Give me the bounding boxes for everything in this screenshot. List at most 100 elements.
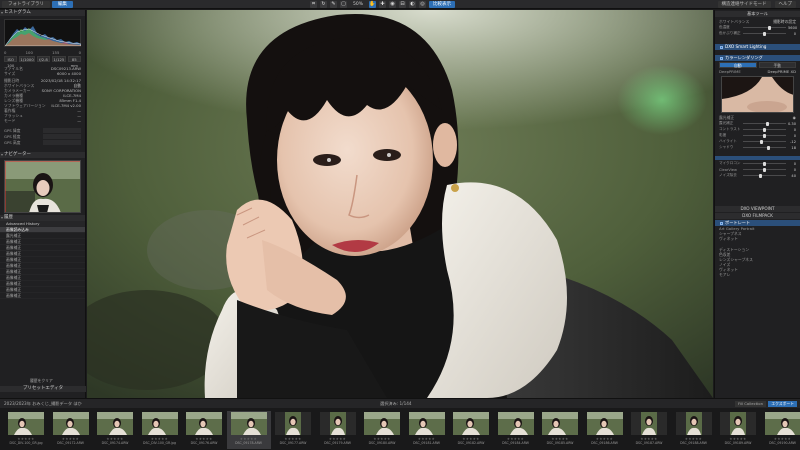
zoom-level[interactable]: 50% [350, 2, 366, 7]
left-panel: ▾ ヒストグラム 0 100 155 0 ISO 100 1/1000 f/2.8… [0, 10, 86, 398]
thumbnail-image [230, 412, 267, 435]
horizon-icon[interactable]: ⊟ [399, 1, 407, 8]
white-balance-row[interactable]: ホワイトバランス 撮影時の設定 [715, 19, 800, 24]
redeye-icon[interactable]: ◉ [389, 1, 397, 8]
right-panel: 基本ツール ホワイトバランス 撮影時の設定 色温度 5600 色かぶり補正 0 DXO… [714, 10, 800, 398]
filmstrip-thumbnail[interactable]: ★★★★★ DSC_DIV-100_GR.jpg [138, 411, 182, 449]
filmstrip-thumbnail[interactable]: ★★★★★ DSC_09184.ARW [494, 411, 538, 449]
navigator-thumbnail[interactable] [4, 160, 81, 213]
filmstrip-thumbnail[interactable]: ★★★★★ DSC_09177.ARW [271, 411, 315, 449]
filmstrip-thumbnail[interactable]: ★★★★★ DSC_09190.ARW [761, 411, 800, 449]
fit-icon[interactable]: ▢ [340, 1, 347, 8]
slider-knob[interactable] [763, 127, 766, 132]
local-adjust-icon[interactable]: ◐ [409, 1, 417, 8]
saturation-slider[interactable]: 彩度 0 [719, 133, 796, 138]
color-rendering-section[interactable]: カラーレンダリング [715, 55, 800, 61]
exposure-slider[interactable]: 露光補正 0.30 [719, 121, 796, 126]
repair-icon[interactable]: ✚ [379, 1, 387, 8]
filmstrip-thumbnail[interactable]: ★★★★★ DSC_DIV-100_GR.jpg [4, 411, 48, 449]
hand-icon[interactable]: ✋ [369, 1, 377, 8]
thumbnail-filename: DSC_09176.ARW [190, 441, 218, 445]
gps-lon-field[interactable]: GPS 経度 [4, 134, 81, 139]
slider-knob[interactable] [767, 145, 771, 150]
microcontrast-slider[interactable]: マイクロコントラスト0 [719, 161, 796, 166]
slider-knob[interactable] [768, 25, 772, 30]
histogram [4, 19, 82, 47]
filmstrip-thumbnail[interactable]: ★★★★★ DSC_09174.ARW [93, 411, 137, 449]
preview-icon[interactable]: ◎ [419, 1, 427, 8]
navigator-header[interactable]: ▾ ナビゲーター [0, 152, 85, 158]
filmstrip-thumbnail[interactable]: ★★★★★ DSC_09178.ARW [226, 411, 271, 449]
highlight-slider[interactable]: ハイライト -12 [719, 139, 796, 144]
filmstrip-thumbnail[interactable]: ★★★★★ DSC_09182.ARW [449, 411, 493, 449]
smart-lighting-section[interactable]: DXO Smart Lighting [715, 44, 800, 50]
slider-knob[interactable] [763, 167, 766, 172]
loupe-preview[interactable] [721, 76, 794, 113]
slider-knob[interactable] [758, 173, 762, 178]
main-image-viewer[interactable] [87, 10, 713, 398]
checkbox-icon[interactable] [720, 45, 723, 49]
history-list: Advanced History 画像読み込み 露光補正 画像補正 画像補正 画… [0, 221, 85, 299]
history-item[interactable]: 画像補正 [0, 293, 85, 299]
filmstrip-thumbnail[interactable]: ★★★★★ DSC_09176.ARW [182, 411, 226, 449]
thumbnail-image [497, 412, 534, 435]
checkbox-icon[interactable] [720, 56, 723, 60]
preset-editor-button[interactable]: プリセットエディタ [0, 386, 86, 392]
tint-slider[interactable]: 色かぶり補正 0 [719, 31, 796, 36]
crop-icon[interactable]: ⌗ [310, 1, 317, 8]
basic-tools-header[interactable]: 基本ツール [715, 11, 800, 17]
filmstrip-thumbnail[interactable]: ★★★★★ DSC_09187.ARW [627, 411, 671, 449]
filmstrip-thumbnail[interactable]: ★★★★★ DSC_09180.ARW [360, 411, 404, 449]
filmstrip-thumbnail[interactable]: ★★★★★ DSC_09185.ARW [538, 411, 582, 449]
filmstrip-thumbnail[interactable]: ★★★★★ DSC_09181.ARW [405, 411, 449, 449]
histogram-header[interactable]: ▾ ヒストグラム [0, 10, 85, 16]
aperture-value: f/2.8 [36, 56, 51, 62]
checkbox-icon[interactable] [720, 221, 723, 225]
filmpack-style-row[interactable]: ポートレート [715, 220, 800, 226]
manual-button[interactable]: 手動 [758, 62, 796, 68]
correction-item[interactable]: モアレ [715, 272, 800, 277]
collection-button[interactable]: Fill Collection [734, 401, 766, 407]
slider-knob[interactable] [765, 121, 769, 126]
thumbnail-image [764, 412, 800, 435]
light-title[interactable]: 露光補正 ◉ [715, 115, 800, 120]
thumbnail-image [408, 412, 445, 435]
slider-knob[interactable] [763, 161, 766, 166]
clear-history-button[interactable]: 履歴をクリア [30, 378, 53, 384]
rotate-icon[interactable]: ↻ [320, 1, 327, 8]
filmstrip-thumbnail[interactable]: ★★★★★ DSC_09179.ARW [316, 411, 360, 449]
noise-slider[interactable]: ノイズ除去 40 [719, 173, 796, 178]
filmstrip: 2023/2023年 おみくじ_撮影データ ほか 選択済み: 1/144 Fil… [0, 398, 800, 450]
thumbnail-strip[interactable]: ★★★★★ DSC_DIV-100_GR.jpg ★★★★★ DSC_09172.AR… [4, 411, 800, 449]
help-button[interactable]: ヘルプ [774, 1, 796, 8]
deepprime-row[interactable]: DeepPRIME DeepPRIME XD [715, 69, 800, 74]
filmstrip-thumbnail[interactable]: ★★★★★ DSC_09172.ARW [49, 411, 93, 449]
slider-knob[interactable] [760, 139, 764, 144]
viewpoint-section[interactable]: DXO VIEWPOINT [715, 206, 800, 212]
gps-alt-field[interactable]: GPS 高度 [4, 140, 81, 145]
filmstrip-thumbnail[interactable]: ★★★★★ DSC_09186.ARW [583, 411, 627, 449]
filmpack-section[interactable]: DXO FILMPACK [715, 213, 800, 219]
brush-icon[interactable]: ✎ [330, 1, 337, 8]
workspace-button[interactable]: 構造連絡サイドモード [717, 1, 771, 8]
clearview-slider[interactable]: ClearView 0 [719, 167, 796, 172]
tab-photo-library[interactable]: フォトライブラリ [2, 1, 50, 8]
filmstrip-thumbnail[interactable]: ★★★★★ DSC_09188.ARW [672, 411, 716, 449]
slider-knob[interactable] [763, 133, 766, 138]
filmstrip-thumbnail[interactable]: ★★★★★ DSC_09189.ARW [716, 411, 760, 449]
auto-button[interactable]: 自動 [719, 62, 757, 68]
thumbnail-filename: DSC_09181.ARW [413, 441, 440, 445]
folder-path: 2023/2023年 おみくじ_撮影データ ほか [4, 401, 82, 406]
slider-knob[interactable] [763, 31, 766, 36]
temperature-slider[interactable]: 色温度 5600 [719, 25, 797, 30]
thumbnail-filename: DSC_09184.ARW [502, 441, 529, 445]
thumbnail-image [453, 412, 489, 435]
thumbnail-image [186, 412, 222, 435]
contrast-slider[interactable]: コントラスト 0 [719, 127, 796, 132]
compare-button[interactable]: 比較表示 [429, 1, 456, 8]
gps-lat-field[interactable]: GPS 緯度 [4, 128, 81, 133]
shadow-slider[interactable]: シャドウ 18 [719, 145, 796, 150]
history-header[interactable]: ▾ 履歴 [0, 215, 85, 221]
export-button[interactable]: エクスポート [768, 401, 797, 407]
tab-edit[interactable]: 編集 [52, 1, 73, 8]
